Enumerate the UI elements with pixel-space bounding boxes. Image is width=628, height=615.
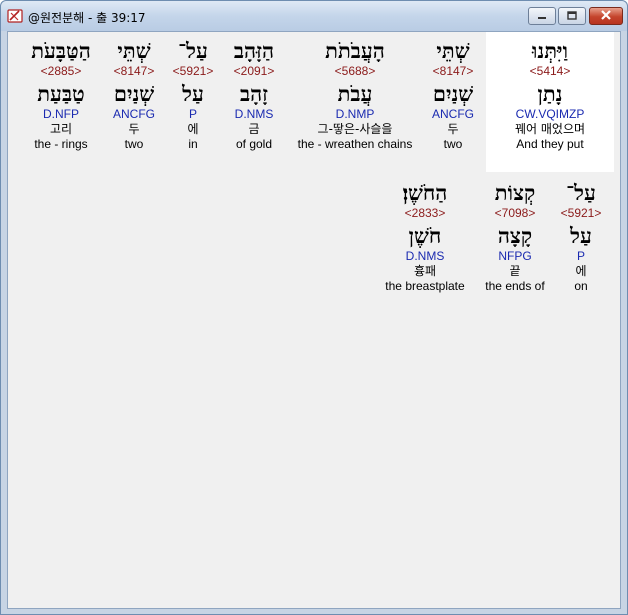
close-button[interactable] bbox=[589, 7, 623, 25]
hebrew-word: שְׁתֵּי bbox=[436, 38, 470, 63]
hebrew-word: הַזָּהָב bbox=[233, 38, 275, 63]
korean-gloss: 그-땋은-사슬을 bbox=[317, 122, 393, 136]
strong-number[interactable]: <8147> bbox=[106, 64, 162, 78]
word-block[interactable]: הָעֲבֹתֹת <5688> עֲבֹת D.NMP 그-땋은-사슬을 th… bbox=[290, 32, 420, 172]
morphology: D.NFP bbox=[43, 107, 79, 121]
maximize-icon bbox=[567, 9, 577, 23]
hebrew-word: קְצוֹת bbox=[494, 180, 536, 205]
korean-gloss: 꿰어 매었으며 bbox=[514, 122, 586, 136]
strong-number[interactable]: <5414> bbox=[486, 64, 614, 78]
morphology: D.NMP bbox=[335, 107, 375, 121]
minimize-icon bbox=[537, 9, 547, 23]
close-icon bbox=[601, 9, 611, 23]
english-gloss: two bbox=[124, 137, 144, 151]
korean-gloss: 에 bbox=[575, 264, 587, 278]
english-gloss: the - wreathen chains bbox=[297, 137, 413, 151]
strong-number[interactable]: <7098> bbox=[478, 206, 552, 220]
lemma: טַבַּעַת bbox=[37, 81, 85, 106]
morphology: P bbox=[188, 107, 197, 121]
word-block[interactable]: וַיִּתְּנוּ <5414> נָתַן CW.VQIMZP 꿰어 매었… bbox=[486, 32, 614, 172]
word-block[interactable]: הַזָּהָב <2091> זָהָב D.NMS 금 of gold bbox=[226, 32, 282, 172]
maximize-button[interactable] bbox=[558, 7, 586, 25]
english-gloss: the - rings bbox=[34, 137, 88, 151]
lemma: עַל bbox=[182, 81, 204, 106]
morphology: ANCFG bbox=[113, 107, 155, 121]
word-block[interactable]: עַל־ <5921> עַל P 에 on bbox=[556, 174, 606, 314]
hebrew-word: הָעֲבֹתֹת bbox=[325, 38, 385, 63]
app-window: @원전분해 - 출 39:17 וַיִּתְּנוּ <5414> נָתַן… bbox=[0, 0, 628, 615]
korean-gloss: 두 bbox=[447, 122, 459, 136]
word-block[interactable]: עַל־ <5921> עַל P 에 in bbox=[168, 32, 218, 172]
english-gloss: in bbox=[188, 137, 198, 151]
strong-number[interactable]: <2833> bbox=[378, 206, 472, 220]
strong-number[interactable]: <2091> bbox=[226, 64, 282, 78]
hebrew-word: עַל־ bbox=[566, 180, 596, 205]
korean-gloss: 에 bbox=[187, 122, 199, 136]
strong-number[interactable]: <8147> bbox=[418, 64, 488, 78]
strong-number[interactable]: <5921> bbox=[168, 64, 218, 78]
morphology: D.NMS bbox=[234, 107, 274, 121]
korean-gloss: 흉패 bbox=[413, 264, 437, 278]
hebrew-word: הַטַּבָּעֹת bbox=[31, 38, 91, 63]
word-block[interactable]: הַחֹשֶׁן׃ <2833> חֹשֶׁן D.NMS 흉패 the bre… bbox=[378, 174, 472, 314]
english-gloss: two bbox=[443, 137, 463, 151]
lemma: שְׁנַיִם bbox=[113, 81, 155, 106]
lemma: נָתַן bbox=[537, 81, 563, 106]
hebrew-word: שְׁתֵּי bbox=[117, 38, 151, 63]
hebrew-word: הַחֹשֶׁן׃ bbox=[402, 180, 448, 205]
english-gloss: the ends of bbox=[485, 279, 545, 293]
english-gloss: of gold bbox=[235, 137, 273, 151]
korean-gloss: 고리 bbox=[49, 122, 73, 136]
korean-gloss: 끝 bbox=[509, 264, 521, 278]
word-block[interactable]: קְצוֹת <7098> קָצָה NFPG 끝 the ends of bbox=[478, 174, 552, 314]
lemma: עַל bbox=[570, 223, 592, 248]
verse-analysis-panel: וַיִּתְּנוּ <5414> נָתַן CW.VQIMZP 꿰어 매었… bbox=[7, 31, 621, 609]
word-block[interactable]: שְׁתֵּי <8147> שְׁנַיִם ANCFG 두 two bbox=[418, 32, 488, 172]
lemma: קָצָה bbox=[497, 223, 533, 248]
morphology: NFPG bbox=[498, 249, 532, 263]
lemma: שְׁנַיִם bbox=[432, 81, 474, 106]
morphology: ANCFG bbox=[432, 107, 474, 121]
word-block[interactable]: הַטַּבָּעֹת <2885> טַבַּעַת D.NFP 고리 the… bbox=[18, 32, 104, 172]
strong-number[interactable]: <5688> bbox=[290, 64, 420, 78]
english-gloss: on bbox=[574, 279, 588, 293]
hebrew-word: עַל־ bbox=[178, 38, 208, 63]
bible-app-icon[interactable] bbox=[7, 8, 23, 24]
morphology: P bbox=[576, 249, 585, 263]
lemma: עֲבֹת bbox=[337, 81, 373, 106]
morphology: CW.VQIMZP bbox=[515, 107, 585, 121]
strong-number[interactable]: <2885> bbox=[18, 64, 104, 78]
lemma: זָהָב bbox=[239, 81, 269, 106]
strong-number[interactable]: <5921> bbox=[556, 206, 606, 220]
korean-gloss: 금 bbox=[248, 122, 260, 136]
window-title: @원전분해 - 출 39:17 bbox=[28, 11, 146, 25]
title-bar[interactable]: @원전분해 - 출 39:17 bbox=[1, 1, 627, 31]
english-gloss: the breastplate bbox=[385, 279, 465, 293]
korean-gloss: 두 bbox=[128, 122, 140, 136]
hebrew-word: וַיִּתְּנוּ bbox=[532, 38, 568, 63]
minimize-button[interactable] bbox=[528, 7, 556, 25]
word-block[interactable]: שְׁתֵּי <8147> שְׁנַיִם ANCFG 두 two bbox=[106, 32, 162, 172]
morphology: D.NMS bbox=[405, 249, 445, 263]
english-gloss: And they put bbox=[516, 137, 584, 151]
lemma: חֹשֶׁן bbox=[408, 223, 442, 248]
